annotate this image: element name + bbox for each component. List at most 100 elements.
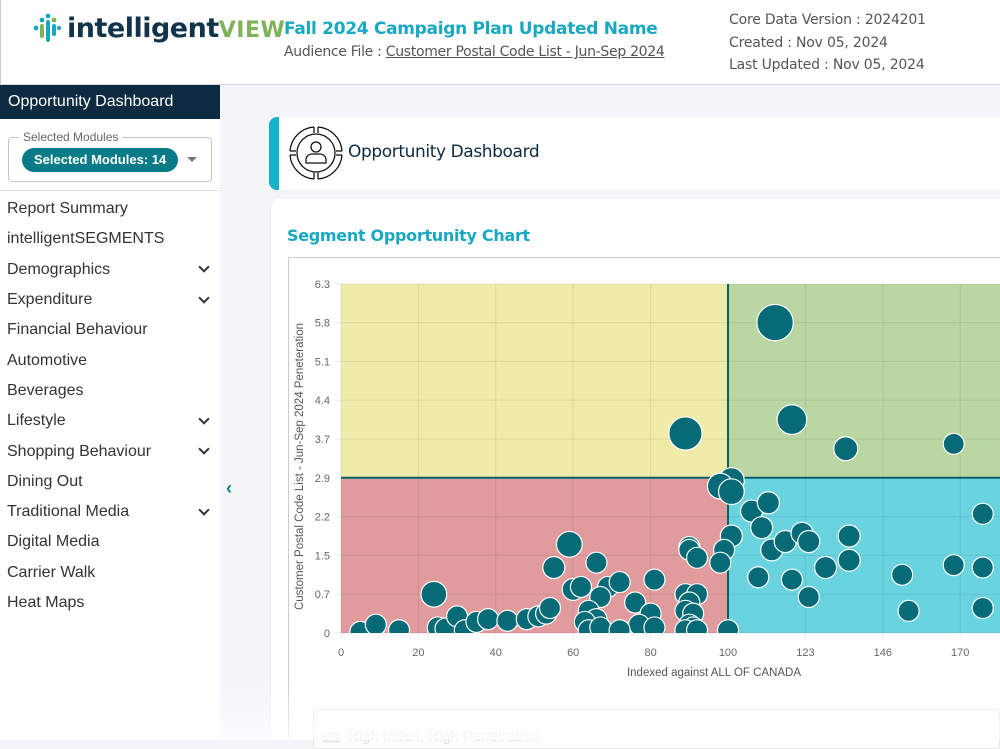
y-tick-label: 1.5 bbox=[315, 550, 330, 562]
sidebar-heading[interactable]: Opportunity Dashboard bbox=[0, 85, 220, 119]
bubble-point bbox=[608, 570, 631, 594]
sidebar-item-shopping-behaviour[interactable]: Shopping Behaviour bbox=[0, 436, 220, 466]
sidebar-nav: Report Summary intelligentSEGMENTS Demogra… bbox=[0, 194, 220, 618]
segment-opportunity-chart: 0 20 40 60 80 100 123 146 170 0 0.7 1.5 2.2 2.9 3.7 4.4… bbox=[294, 279, 1000, 679]
x-axis-label: Indexed against ALL OF CANADA bbox=[627, 667, 801, 679]
bubble-point bbox=[891, 563, 914, 586]
logo-mark-icon bbox=[33, 13, 61, 42]
core-data-version: Core Data Version : 2024201 bbox=[729, 12, 926, 28]
plan-metadata: Core Data Version : 2024201 Created : No… bbox=[729, 9, 926, 77]
sidebar-item-heat-maps[interactable]: Heat Maps bbox=[0, 588, 220, 618]
bubble-point bbox=[971, 596, 994, 620]
bubble-point bbox=[813, 555, 838, 580]
app-logo[interactable]: intelligentVIEW bbox=[33, 8, 285, 48]
selected-modules-select[interactable]: Selected Modules Selected Modules: 14 bbox=[8, 130, 212, 182]
sidebar-item-label: Demographics bbox=[7, 260, 111, 278]
chevron-down-icon[interactable] bbox=[198, 261, 210, 273]
bubble-point bbox=[496, 609, 519, 632]
sidebar: Opportunity Dashboard Selected Modules S… bbox=[0, 85, 220, 740]
x-tick-label: 123 bbox=[796, 647, 814, 659]
bubble-point bbox=[797, 529, 821, 554]
last-updated-date: Last Updated : Nov 05, 2024 bbox=[729, 57, 925, 73]
bubble-point bbox=[709, 551, 732, 574]
bubble-point bbox=[797, 585, 820, 609]
target-person-icon bbox=[289, 126, 343, 180]
bubble-point bbox=[542, 555, 566, 580]
plan-info: Fall 2024 Campaign Plan Updated Name Aud… bbox=[284, 19, 665, 60]
x-tick-label: 0 bbox=[338, 647, 344, 659]
sidebar-item-expenditure[interactable]: Expenditure bbox=[0, 285, 220, 315]
selected-modules-chip[interactable]: Selected Modules: 14 bbox=[22, 148, 179, 172]
bubble-point bbox=[971, 556, 994, 579]
sidebar-item-financial-behaviour[interactable]: Financial Behaviour bbox=[0, 315, 220, 345]
bubble-point bbox=[942, 554, 965, 577]
audience-file-link[interactable]: Customer Postal Code List - Jun-Sep 2024 bbox=[386, 44, 665, 60]
bubble-point bbox=[750, 516, 774, 540]
sidebar-item-label: Report Summary bbox=[7, 200, 128, 218]
x-tick-label: 146 bbox=[874, 647, 892, 659]
y-tick-label: 6.3 bbox=[315, 279, 330, 291]
page-title-card: Opportunity Dashboard bbox=[269, 117, 1000, 190]
y-tick-label: 5.1 bbox=[315, 356, 330, 368]
sidebar-item-label: intelligentSEGMENTS bbox=[7, 230, 165, 248]
bubble-point bbox=[420, 580, 448, 608]
bubble-point bbox=[585, 551, 608, 574]
bubble-point bbox=[833, 436, 859, 462]
bubble-point bbox=[476, 608, 500, 631]
sidebar-item-lifestyle[interactable]: Lifestyle bbox=[0, 406, 220, 436]
bubble-point bbox=[717, 478, 745, 506]
bubble-point bbox=[897, 599, 920, 622]
selected-modules-legend: Selected Modules bbox=[19, 130, 123, 144]
audience-label: Audience File : bbox=[284, 44, 386, 60]
sidebar-item-automotive[interactable]: Automotive bbox=[0, 345, 220, 375]
sidebar-item-carrier-walk[interactable]: Carrier Walk bbox=[0, 558, 220, 588]
bubble-point bbox=[685, 619, 709, 633]
sidebar-item-report-summary[interactable]: Report Summary bbox=[0, 194, 220, 224]
sidebar-item-digital-media[interactable]: Digital Media bbox=[0, 527, 220, 557]
section-icon bbox=[322, 732, 340, 743]
page-title: Opportunity Dashboard bbox=[348, 142, 540, 162]
sidebar-item-intelligentsegments[interactable]: intelligentSEGMENTS bbox=[0, 224, 220, 254]
high-index-high-penetration-card: High Index, High Penetration bbox=[313, 709, 1000, 749]
sidebar-item-label: Digital Media bbox=[7, 533, 100, 551]
bubble-point bbox=[538, 596, 562, 620]
bubble-point bbox=[942, 432, 965, 455]
y-tick-label: 2.9 bbox=[315, 473, 330, 485]
chevron-down-icon[interactable] bbox=[198, 413, 210, 425]
bubble-point bbox=[387, 619, 411, 633]
y-tick-label: 5.8 bbox=[315, 318, 330, 330]
x-tick-label: 60 bbox=[567, 647, 579, 659]
y-tick-label: 3.7 bbox=[315, 434, 330, 446]
audience-file: Audience File : Customer Postal Code Lis… bbox=[284, 44, 665, 60]
sidebar-item-traditional-media[interactable]: Traditional Media bbox=[0, 497, 220, 527]
plan-title: Fall 2024 Campaign Plan Updated Name bbox=[284, 19, 658, 39]
bubble-point bbox=[837, 524, 861, 548]
x-tick-label: 40 bbox=[490, 647, 502, 659]
top-header: intelligentVIEW Fall 2024 Campaign Plan … bbox=[0, 0, 1000, 85]
bubble-point bbox=[780, 568, 804, 591]
sidebar-item-dining-out[interactable]: Dining Out bbox=[0, 467, 220, 497]
created-date: Created : Nov 05, 2024 bbox=[729, 34, 888, 51]
sidebar-item-label: Automotive bbox=[7, 351, 88, 369]
sidebar-item-label: Heat Maps bbox=[7, 594, 85, 611]
chevron-down-icon[interactable] bbox=[198, 503, 210, 516]
sidebar-divider bbox=[0, 190, 220, 191]
y-tick-label: 0 bbox=[324, 628, 330, 640]
bubble-point bbox=[569, 575, 593, 599]
chevron-down-icon[interactable] bbox=[198, 443, 210, 455]
bubble-point bbox=[747, 566, 770, 589]
bubble-point bbox=[776, 404, 808, 436]
y-axis-label: Customer Postal Code List - Jun-Sep 2024… bbox=[294, 323, 306, 610]
sidebar-item-label: Carrier Walk bbox=[7, 563, 96, 581]
sidebar-item-demographics[interactable]: Demographics bbox=[0, 255, 220, 285]
x-tick-label: 20 bbox=[412, 647, 424, 659]
chevron-down-icon[interactable] bbox=[198, 291, 210, 304]
bubble-point bbox=[685, 546, 709, 569]
bubble-point bbox=[668, 416, 703, 451]
y-tick-label: 0.7 bbox=[315, 589, 330, 601]
dropdown-caret-icon[interactable] bbox=[187, 157, 197, 162]
sidebar-item-beverages[interactable]: Beverages bbox=[0, 376, 220, 406]
sidebar-item-label: Beverages bbox=[7, 381, 84, 399]
x-tick-label: 170 bbox=[951, 647, 969, 659]
chevron-left-icon[interactable]: ‹ bbox=[226, 478, 232, 499]
